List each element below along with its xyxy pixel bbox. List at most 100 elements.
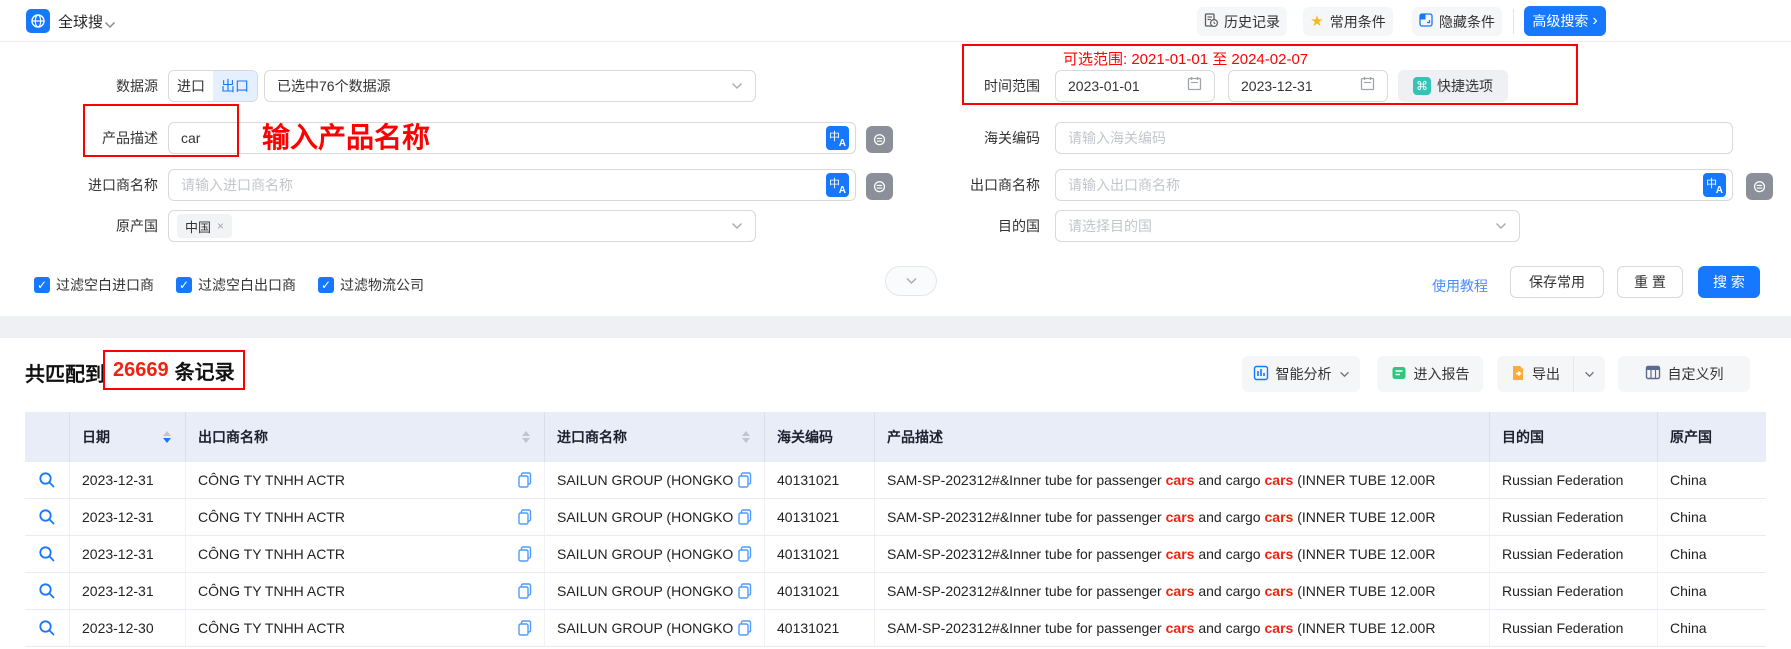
importer-input[interactable] [169,170,826,200]
copy-icon[interactable] [738,620,752,636]
tutorial-link[interactable]: 使用教程 [1432,276,1488,296]
copy-icon[interactable] [518,546,532,562]
row-detail-cell [25,573,70,609]
exporter-input[interactable] [1056,170,1703,200]
sort-asc-icon[interactable] [163,431,171,436]
destination-select[interactable]: 请选择目的国 [1055,210,1520,242]
sort-desc-icon[interactable] [163,438,171,443]
copy-icon[interactable] [518,509,532,525]
time-range-label: 时间范围 [922,70,1040,102]
toggle-import[interactable]: 进口 [169,71,213,101]
custom-columns-button[interactable]: 自定义列 [1618,356,1750,392]
copy-icon[interactable] [518,472,532,488]
row-hs-code: 40131021 [765,462,875,498]
desc-text: SAM-SP-202312#&Inner tube for passenger [887,472,1166,488]
export-dropdown-button[interactable] [1573,356,1605,392]
translate-icon[interactable]: 中A [1703,173,1726,197]
filter-blank-exporter-option[interactable]: ✓ 过滤空白出口商 [176,275,296,295]
save-common-button[interactable]: 保存常用 [1510,266,1604,298]
toggle-export[interactable]: 出口 [213,71,257,101]
row-exporter: CÔNG TY TNHH ACTR [198,620,345,636]
exporter-field[interactable]: 中A [1055,169,1733,201]
view-detail-magnifier-icon[interactable] [38,545,56,563]
hide-conditions-button[interactable]: 隐藏条件 [1412,7,1502,36]
enter-report-button[interactable]: 进入报告 [1377,356,1483,392]
checkbox-checked-icon[interactable]: ✓ [34,277,50,293]
start-date-field[interactable] [1055,70,1215,102]
exporter-label: 出口商名称 [900,169,1040,201]
custom-columns-label: 自定义列 [1668,364,1724,384]
remove-tag-icon[interactable]: × [217,219,224,233]
hs-code-label: 海关编码 [922,122,1040,154]
hs-code-field[interactable] [1055,122,1733,154]
collapse-form-button[interactable] [885,266,937,296]
app-switcher-chevron-icon[interactable] [104,16,116,34]
desc-text: (INNER TUBE 12.00R [1293,583,1435,599]
copy-icon[interactable] [518,620,532,636]
row-importer: SAILUN GROUP (HONGKO [557,509,733,525]
view-detail-magnifier-icon[interactable] [38,582,56,600]
view-detail-magnifier-icon[interactable] [38,508,56,526]
translate-icon[interactable]: 中A [826,126,849,150]
reset-button[interactable]: 重 置 [1617,266,1683,298]
desc-text: SAM-SP-202312#&Inner tube for passenger [887,509,1166,525]
sort-desc-icon[interactable] [742,438,750,443]
sort-control[interactable] [163,431,171,443]
row-exporter: CÔNG TY TNHH ACTR [198,546,345,562]
keyword-highlight: cars [1166,620,1195,636]
sort-control[interactable] [522,431,530,443]
destination-placeholder: 请选择目的国 [1056,216,1495,236]
synonym-search-icon[interactable]: ⊜ [866,173,893,200]
chevron-down-icon [1495,217,1507,235]
copy-icon[interactable] [518,583,532,599]
table-row: 2023-12-30 CÔNG TY TNHH ACTR SAILUN GROU… [25,610,1766,647]
hs-code-input[interactable] [1056,123,1732,153]
row-product-desc: SAM-SP-202312#&Inner tube for passenger … [875,462,1490,498]
row-importer: SAILUN GROUP (HONGKO [557,472,733,488]
top-bar [0,0,1791,42]
view-detail-magnifier-icon[interactable] [38,619,56,637]
columns-icon [1645,365,1661,383]
checkbox-checked-icon[interactable]: ✓ [318,277,334,293]
sort-asc-icon[interactable] [742,431,750,436]
search-button[interactable]: 搜 索 [1698,266,1760,298]
filter-blank-importer-option[interactable]: ✓ 过滤空白进口商 [34,275,154,295]
row-product-desc: SAM-SP-202312#&Inner tube for passenger … [875,610,1490,646]
synonym-search-icon[interactable]: ⊜ [1746,173,1773,200]
product-desc-field[interactable]: 中A [168,122,856,154]
checkbox-checked-icon[interactable]: ✓ [176,277,192,293]
advanced-search-button[interactable]: 高级搜索 › [1524,6,1606,36]
ai-analysis-button[interactable]: 智能分析 [1242,356,1360,392]
sort-desc-icon[interactable] [522,438,530,443]
view-detail-magnifier-icon[interactable] [38,471,56,489]
translate-icon[interactable]: 中A [826,173,849,197]
export-button[interactable]: 导出 [1497,356,1573,392]
row-importer-cell: SAILUN GROUP (HONGKO [545,573,765,609]
quick-options-button[interactable]: ⌘ 快捷选项 [1398,70,1508,102]
start-date-input[interactable] [1056,71,1187,101]
datasource-select[interactable]: 已选中76个数据源 [264,70,756,102]
keyword-highlight: cars [1265,472,1294,488]
sort-asc-icon[interactable] [522,431,530,436]
history-button[interactable]: 历史记录 [1197,7,1287,36]
export-label: 导出 [1532,364,1560,384]
copy-icon[interactable] [738,583,752,599]
row-date: 2023-12-31 [70,536,186,572]
origin-country-select[interactable]: 中国× [168,210,756,242]
row-exporter: CÔNG TY TNHH ACTR [198,509,345,525]
importer-field[interactable]: 中A [168,169,856,201]
end-date-input[interactable] [1229,71,1360,101]
row-detail-cell [25,462,70,498]
product-desc-input[interactable] [169,123,826,153]
keyword-highlight: cars [1265,509,1294,525]
command-icon: ⌘ [1413,77,1431,95]
filter-logistics-option[interactable]: ✓ 过滤物流公司 [318,275,424,295]
favorites-button[interactable]: ★ 常用条件 [1303,7,1393,36]
end-date-field[interactable] [1228,70,1388,102]
copy-icon[interactable] [738,546,752,562]
copy-icon[interactable] [738,472,752,488]
copy-icon[interactable] [738,509,752,525]
row-importer-cell: SAILUN GROUP (HONGKO [545,610,765,646]
synonym-search-icon[interactable]: ⊜ [866,126,893,153]
sort-control[interactable] [742,431,750,443]
